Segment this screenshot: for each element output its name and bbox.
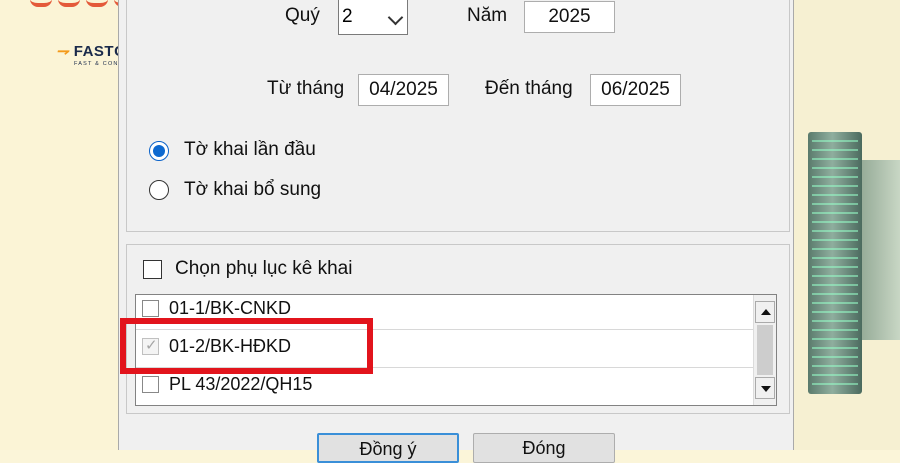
- from-month-label: Từ tháng: [267, 78, 345, 99]
- scroll-up-button[interactable]: [755, 301, 775, 323]
- list-scrollbar[interactable]: [753, 295, 776, 405]
- appendix-item-label: 01-1/BK-CNKD: [169, 298, 292, 318]
- close-button[interactable]: Đóng: [473, 433, 615, 463]
- background-building-lights: [812, 140, 858, 390]
- background-building-side: [862, 160, 900, 340]
- appendix-item-checkbox[interactable]: [142, 300, 159, 317]
- arrow-up-icon: [761, 309, 771, 315]
- appendix-item-label: PL 43/2022/QH15: [169, 374, 313, 394]
- highlight-annotation-box: [120, 318, 373, 374]
- background-left: [0, 0, 118, 450]
- supplementary-declaration-label[interactable]: Tờ khai bổ sung: [184, 179, 321, 201]
- declaration-dialog: Quý 2 Năm 2025 Từ tháng 04/2025 Đến thán…: [118, 0, 794, 463]
- first-declaration-label[interactable]: Tờ khai lần đầu: [184, 139, 316, 161]
- to-month-input[interactable]: 06/2025: [590, 74, 681, 106]
- to-month-label: Đến tháng: [485, 78, 573, 99]
- select-appendix-label[interactable]: Chọn phụ lục kê khai: [175, 258, 352, 280]
- logo-mark-icon: ⇁: [56, 43, 70, 60]
- select-appendix-checkbox[interactable]: [143, 260, 162, 279]
- appendix-item-checkbox[interactable]: [142, 376, 159, 393]
- accept-button[interactable]: Đồng ý: [317, 433, 459, 463]
- year-label: Năm: [467, 5, 508, 26]
- quarter-combobox[interactable]: 2: [338, 0, 408, 35]
- scroll-down-button[interactable]: [755, 377, 775, 399]
- supplementary-declaration-radio[interactable]: [149, 180, 169, 200]
- year-input[interactable]: 2025: [524, 1, 615, 33]
- first-declaration-radio[interactable]: [149, 141, 169, 161]
- quarter-value: 2: [342, 6, 353, 27]
- quarter-label: Quý: [285, 5, 320, 26]
- from-month-input[interactable]: 04/2025: [358, 74, 449, 106]
- arrow-down-icon: [761, 386, 771, 392]
- chevron-down-icon[interactable]: [387, 9, 404, 26]
- period-groupbox: Quý 2 Năm 2025 Từ tháng 04/2025 Đến thán…: [126, 0, 790, 232]
- scrollbar-thumb[interactable]: [757, 325, 773, 375]
